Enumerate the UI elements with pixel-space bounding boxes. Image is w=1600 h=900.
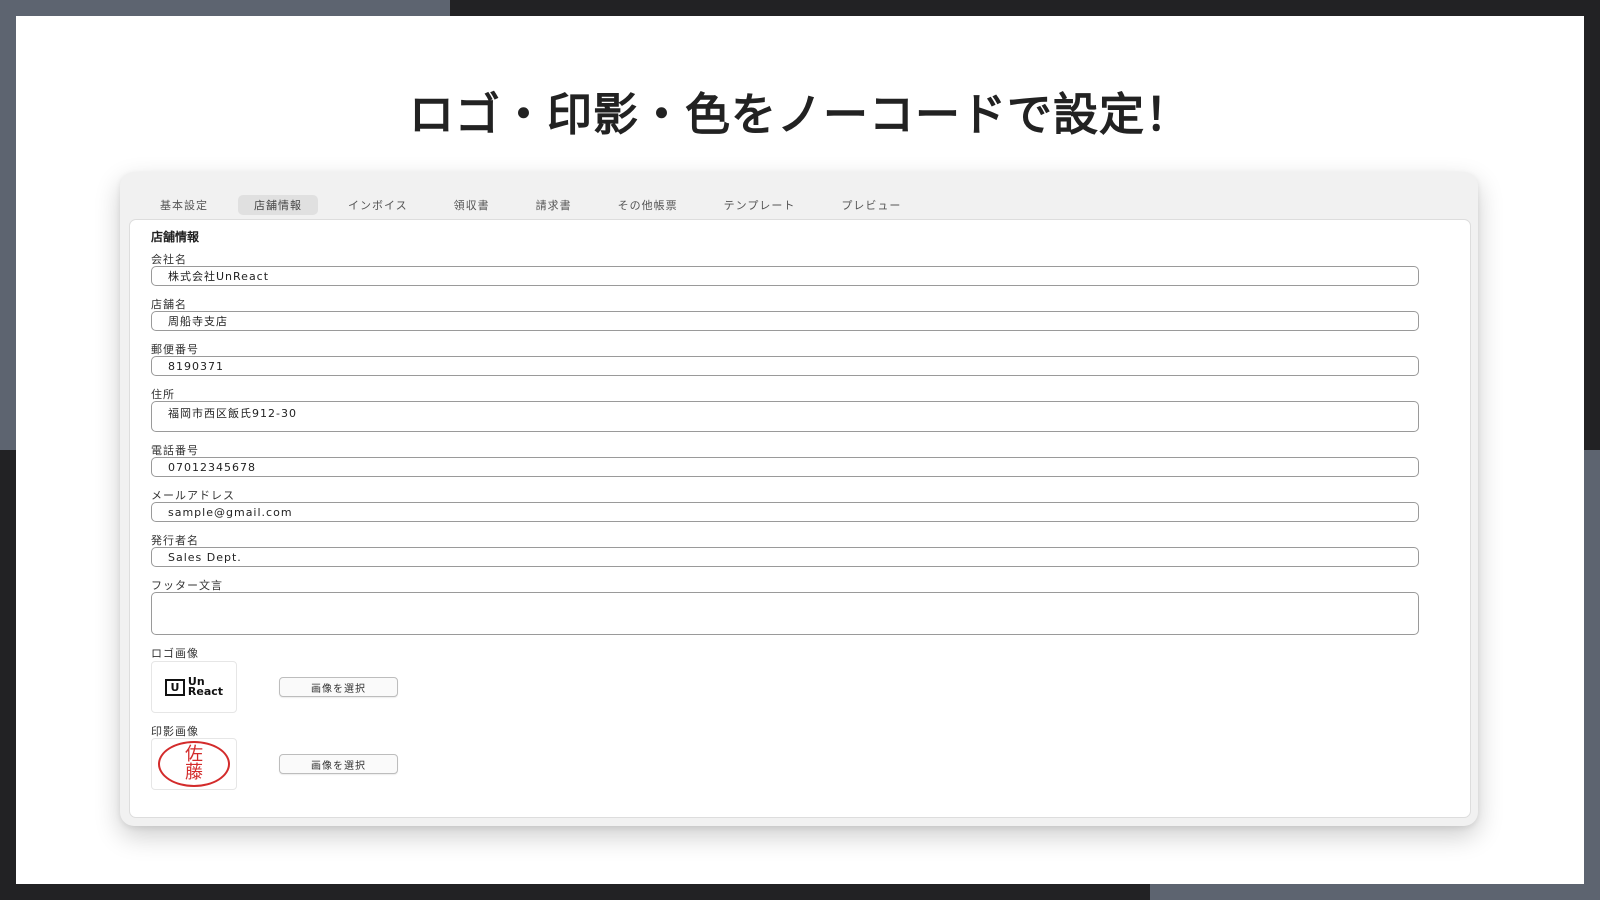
tab-store-info[interactable]: 店舗情報: [238, 195, 318, 215]
postal-code-label: 郵便番号: [151, 343, 199, 356]
phone-label: 電話番号: [151, 444, 199, 457]
phone-input[interactable]: [151, 457, 1419, 477]
section-title: 店舗情報: [151, 230, 200, 244]
logo-thumbnail: U Un React: [151, 661, 237, 713]
tab-other-forms[interactable]: その他帳票: [602, 195, 694, 215]
tab-preview[interactable]: プレビュー: [825, 195, 917, 215]
unreact-logo: U Un React: [164, 676, 224, 698]
logo-box-mark: U: [164, 678, 185, 696]
logo-wordmark: Un React: [187, 676, 224, 698]
store-name-input[interactable]: [151, 311, 1419, 331]
tab-template[interactable]: テンプレート: [708, 195, 812, 215]
footer-text-textarea[interactable]: [151, 592, 1419, 635]
tab-bill[interactable]: 請求書: [520, 195, 588, 215]
company-name-label: 会社名: [151, 253, 187, 266]
tab-basic-settings[interactable]: 基本設定: [144, 195, 224, 215]
tab-bar: 基本設定 店舗情報 インボイス 領収書 請求書 その他帳票 テンプレート プレビ…: [144, 195, 931, 215]
email-input[interactable]: [151, 502, 1419, 522]
tab-invoice[interactable]: インボイス: [332, 195, 424, 215]
slide: ロゴ・印影・色をノーコードで設定！ 基本設定 店舗情報 インボイス 領収書 請求…: [16, 16, 1584, 884]
slide-headline: ロゴ・印影・色をノーコードで設定！: [408, 88, 1191, 141]
seal-image-label: 印影画像: [151, 725, 199, 738]
seal-stamp-icon: 佐 藤: [158, 741, 230, 787]
select-seal-button[interactable]: 画像を選択: [279, 754, 398, 774]
store-info-card: 店舗情報 会社名 店舗名 郵便番号 住所 福岡市西区飯氏912-30 電話番号 …: [129, 219, 1471, 818]
logo-wordmark-line2: React: [187, 685, 224, 698]
footer-text-label: フッター文言: [151, 579, 223, 592]
address-textarea[interactable]: 福岡市西区飯氏912-30: [151, 401, 1419, 432]
seal-thumbnail: 佐 藤: [151, 738, 237, 790]
company-name-input[interactable]: [151, 266, 1419, 286]
email-label: メールアドレス: [151, 489, 235, 502]
seal-char-2: 藤: [185, 762, 203, 783]
select-logo-button[interactable]: 画像を選択: [279, 677, 398, 697]
postal-code-input[interactable]: [151, 356, 1419, 376]
address-label: 住所: [151, 388, 175, 401]
logo-image-label: ロゴ画像: [151, 647, 199, 660]
issuer-label: 発行者名: [151, 534, 199, 547]
tab-receipt[interactable]: 領収書: [438, 195, 506, 215]
issuer-input[interactable]: [151, 547, 1419, 567]
settings-panel: 基本設定 店舗情報 インボイス 領収書 請求書 その他帳票 テンプレート プレビ…: [120, 172, 1478, 826]
store-name-label: 店舗名: [151, 298, 187, 311]
